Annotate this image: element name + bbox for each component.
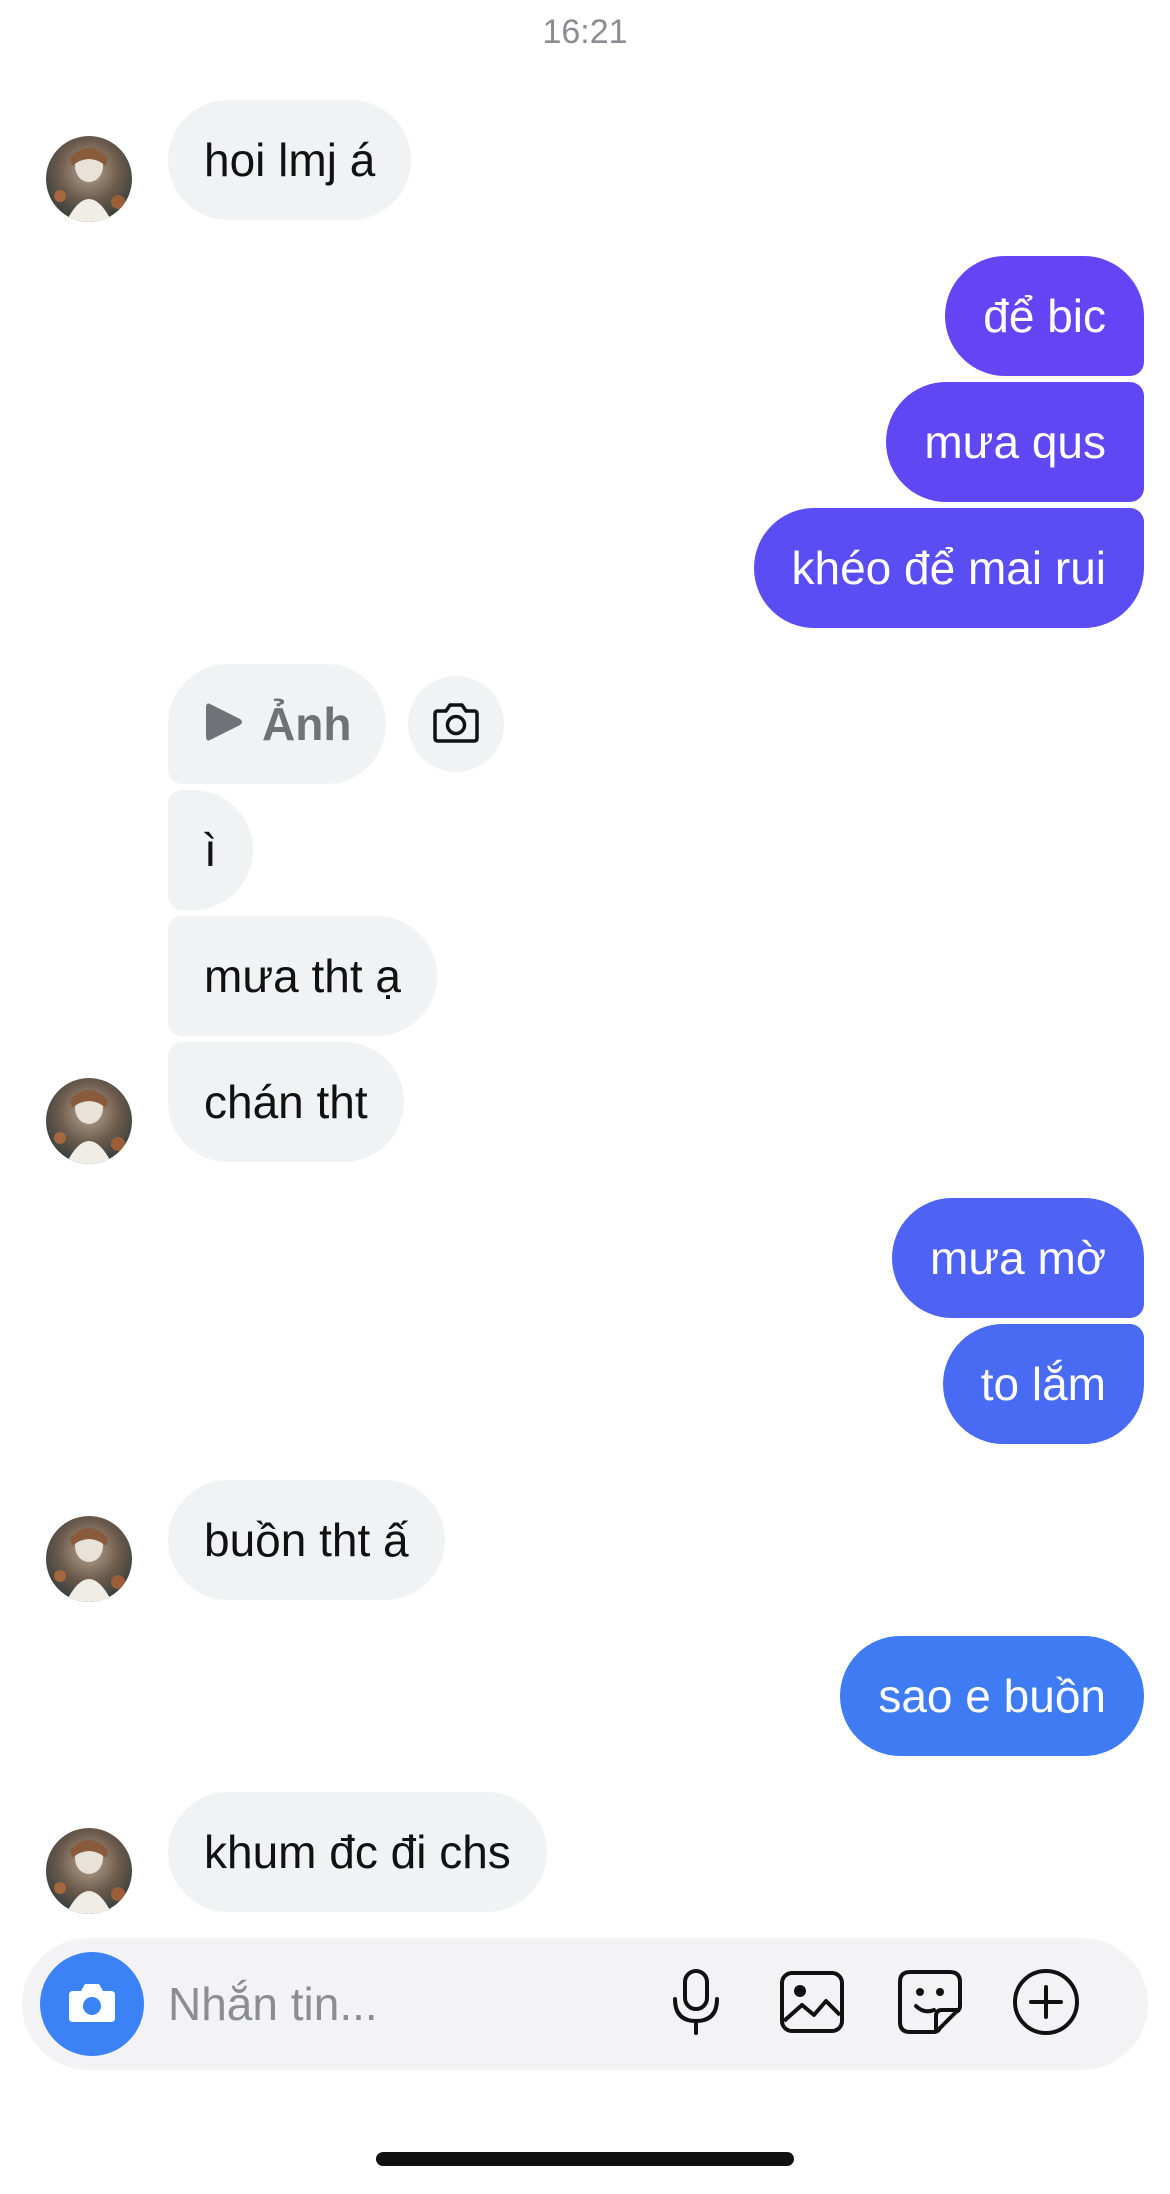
camera-icon <box>432 700 480 749</box>
contact-avatar[interactable] <box>46 1078 132 1164</box>
outgoing-message[interactable]: để bic <box>945 256 1144 376</box>
microphone-button[interactable] <box>660 1968 732 2040</box>
sticker-button[interactable] <box>894 1968 966 2040</box>
home-indicator[interactable] <box>376 2152 794 2166</box>
camera-reply-button[interactable] <box>408 676 504 772</box>
outgoing-message[interactable]: mưa mờ <box>892 1198 1144 1318</box>
incoming-media-message[interactable]: Ảnh <box>168 664 386 784</box>
more-actions-button[interactable] <box>1010 1968 1082 2040</box>
incoming-message[interactable]: chán tht <box>168 1042 404 1162</box>
gallery-button[interactable] <box>776 1968 848 2040</box>
incoming-message[interactable]: ì <box>168 790 253 910</box>
plus-circle-icon <box>1011 1967 1081 2042</box>
incoming-message[interactable]: khum đc đi chs <box>168 1792 547 1912</box>
incoming-message[interactable]: mưa tht ạ <box>168 916 437 1036</box>
outgoing-message[interactable]: sao e buồn <box>840 1636 1144 1756</box>
media-label: Ảnh <box>262 698 352 750</box>
outgoing-message[interactable]: mưa qus <box>886 382 1144 502</box>
incoming-message[interactable]: hoi lmj á <box>168 100 412 220</box>
incoming-message[interactable]: buồn tht ấ <box>168 1480 445 1600</box>
message-timestamp: 16:21 <box>542 13 628 51</box>
outgoing-message[interactable]: to lắm <box>942 1324 1144 1444</box>
play-icon <box>204 700 244 749</box>
gallery-icon <box>778 1969 846 2040</box>
composer-camera-button[interactable] <box>40 1952 144 2056</box>
message-composer <box>22 1938 1148 2070</box>
sticker-icon <box>896 1968 964 2041</box>
microphone-icon <box>668 1967 724 2042</box>
outgoing-message[interactable]: khéo để mai rui <box>753 508 1144 628</box>
contact-avatar[interactable] <box>46 136 132 222</box>
message-input[interactable] <box>168 1966 628 2042</box>
contact-avatar[interactable] <box>46 1516 132 1602</box>
chat-screen: 16:21 hoi lmj á để bic mưa qus khéo để m… <box>0 0 1170 2194</box>
camera-icon <box>66 1979 118 2030</box>
contact-avatar[interactable] <box>46 1828 132 1914</box>
